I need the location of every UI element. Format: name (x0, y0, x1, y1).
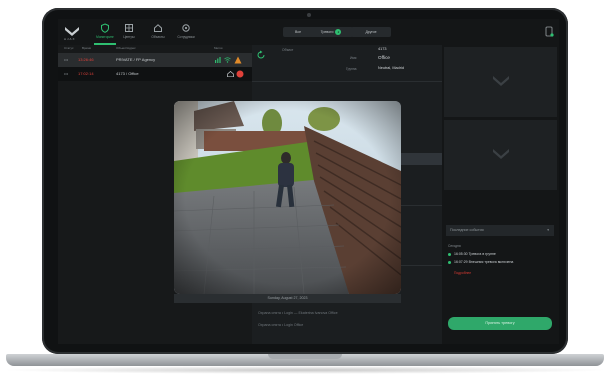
object-id-label: Объект (282, 48, 294, 52)
grid-icon (125, 24, 133, 32)
divider (252, 81, 442, 82)
app-screen: AJAX Мониторинг Центры Объекты Сотрудник… (58, 19, 559, 344)
events-dropdown[interactable]: Последние события ▾ (446, 225, 554, 236)
tab-alarms[interactable]: Тревоги 2 (309, 27, 353, 37)
column-header: Объект/Адрес (116, 46, 136, 50)
chevron-down-icon: ▾ (547, 228, 549, 232)
laptop-notch (268, 354, 342, 359)
history-row[interactable]: Охрана снята • Login Office (252, 319, 442, 331)
refresh-icon[interactable] (256, 50, 266, 60)
camera-tile[interactable] (444, 120, 557, 190)
events-date-label: Сегодня (448, 244, 461, 248)
nav-centers[interactable]: Центры (118, 23, 140, 39)
nav-monitoring[interactable]: Мониторинг (94, 23, 116, 39)
ajax-logo-icon (65, 27, 79, 36)
alarm-status-icon (236, 70, 244, 78)
column-header: Статус (64, 46, 74, 50)
gear-icon (182, 24, 190, 32)
shield-icon (101, 23, 109, 33)
object-name-label: Имя (350, 56, 357, 60)
signal-icon (215, 57, 221, 63)
video-verification-popup[interactable] (174, 101, 401, 294)
dropdown-label: Последние события (450, 228, 484, 232)
nav-label: Объекты (151, 35, 165, 39)
top-bar: AJAX Мониторинг Центры Объекты Сотрудник… (58, 19, 559, 46)
event-history: Охрана снята • Login — Ekaterina Ivanova… (252, 307, 442, 331)
video-timestamp: Sunday, August 27, 2023 (174, 294, 401, 303)
row-object: PRIVATE / FP Agency (116, 57, 156, 62)
laptop-shadow (0, 366, 610, 374)
row-object: 4173 / Office (116, 71, 139, 76)
event-item[interactable]: 16:05:30 Тревога в группе (448, 252, 496, 256)
nav-label: Сотрудники (177, 35, 195, 39)
object-group-label: Группа (346, 67, 357, 71)
object-name-value: Office (378, 55, 390, 60)
row-menu-icon[interactable]: ••• (64, 67, 68, 81)
nav-label: Мониторинг (96, 35, 114, 39)
accept-alarm-button[interactable]: Принять тревогу (448, 317, 552, 330)
nav-label: Центры (123, 35, 135, 39)
wifi-icon (224, 57, 231, 63)
house-icon (227, 71, 234, 77)
tab-label: Другое (365, 30, 377, 34)
details-link[interactable]: Подробнее (454, 271, 471, 275)
tab-label: Тревоги (320, 30, 334, 34)
event-dot-icon (448, 252, 451, 256)
nav-objects[interactable]: Объекты (147, 23, 169, 39)
alarm-count-badge: 2 (335, 29, 342, 36)
tab-label: Все (294, 30, 302, 34)
row-time: 13:26:46 (78, 57, 94, 62)
nav-staff[interactable]: Сотрудники (175, 23, 197, 39)
camera-placeholder-icon (493, 149, 509, 159)
row-menu-icon[interactable]: ••• (64, 53, 68, 67)
object-id-value: 4173 (378, 47, 387, 51)
history-row[interactable]: Охрана снята • Login — Ekaterina Ivanova… (252, 307, 442, 319)
user-icon[interactable] (545, 26, 554, 37)
tab-other[interactable]: Другое (351, 27, 391, 37)
object-group-value: Neutral, Madrid (378, 66, 404, 70)
logo-text: AJAX (64, 37, 76, 41)
event-text: 16:05:30 Тревога в группе (454, 252, 496, 256)
column-header: Время (82, 46, 92, 50)
event-text: 16:07:29 Внешняя тревога включена (454, 260, 514, 264)
table-row[interactable]: ••• 13:26:46 PRIVATE / FP Agency (58, 53, 252, 67)
event-dot-icon (448, 260, 451, 264)
home-icon (154, 24, 162, 32)
row-time: 17:02:14 (78, 71, 94, 76)
camera-panel: Последние события ▾ Сегодня 16:05:30 Тре… (442, 45, 559, 344)
event-item[interactable]: 16:07:29 Внешняя тревога включена (448, 260, 513, 264)
alert-icon (234, 56, 242, 64)
camera-tile[interactable] (444, 47, 557, 117)
camera-placeholder-icon (493, 76, 509, 86)
webcam-dot (307, 13, 311, 17)
column-header: Метки (214, 46, 223, 50)
camera-video-frame (174, 101, 401, 294)
table-row[interactable]: ••• 17:02:14 4173 / Office (58, 67, 252, 81)
